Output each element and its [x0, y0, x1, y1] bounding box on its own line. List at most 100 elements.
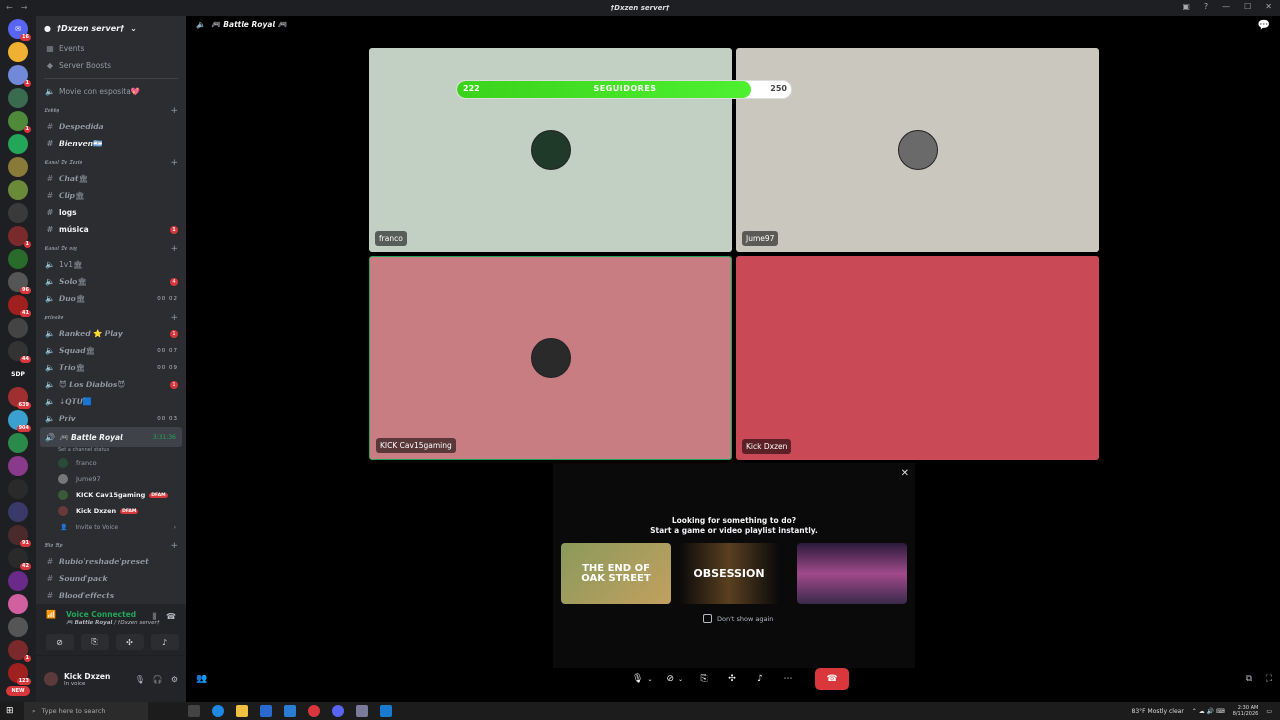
- guild-icon[interactable]: [8, 203, 28, 223]
- category-privado[interactable]: 𝖕𝖗𝖎𝖛𝖆𝖉𝖔 +: [36, 311, 186, 325]
- checkbox[interactable]: [703, 614, 712, 623]
- channel-priv[interactable]: 🔈 𝙋𝙧𝙞𝙫 00 03: [36, 410, 186, 427]
- activities-button[interactable]: ✣: [115, 634, 144, 650]
- guild-icon[interactable]: [8, 318, 28, 338]
- screen-share-button[interactable]: ⎘: [80, 634, 109, 650]
- channel-los-diablos[interactable]: 🔈 😈 𝙇𝙤𝙨 𝘿𝙞𝙖𝙗𝙡𝙤𝙨😈 1: [36, 376, 186, 393]
- guild-icon[interactable]: 42: [8, 548, 31, 570]
- add-channel-icon[interactable]: +: [170, 158, 178, 168]
- guild-icon[interactable]: [8, 479, 28, 499]
- channel-solo[interactable]: 🔈 𝙎𝙤𝙡𝙤🏛 4: [36, 273, 186, 290]
- close-icon[interactable]: ✕: [901, 468, 909, 479]
- add-channel-icon[interactable]: +: [170, 313, 178, 323]
- server-boosts-item[interactable]: ◆ Server Boosts: [36, 57, 186, 74]
- guild-icon[interactable]: [8, 617, 28, 637]
- guild-home[interactable]: ✉ 16: [8, 19, 31, 41]
- category-voz[interactable]: 𝕮𝖆𝖓𝖆𝖑 𝕯𝖊 𝖛𝖔𝖟 +: [36, 242, 186, 256]
- category-lobby[interactable]: 𝕷𝖔𝖇𝖇𝖞 +: [36, 104, 186, 118]
- store-icon[interactable]: [260, 705, 272, 717]
- channel-squad[interactable]: 🔈 𝙎𝙦𝙪𝙖𝙙🏛 00 07: [36, 342, 186, 359]
- server-header[interactable]: ● †Dxzen server† ⌄ 👤: [36, 16, 186, 40]
- headphones-icon[interactable]: 🎧: [153, 675, 163, 684]
- guild-icon[interactable]: [8, 249, 28, 269]
- guild-icon[interactable]: [8, 42, 28, 62]
- back-arrow-icon[interactable]: ←: [6, 3, 13, 12]
- screen-share-button[interactable]: ⎘: [693, 668, 715, 690]
- guild-icon[interactable]: [8, 571, 28, 591]
- mail-icon[interactable]: [284, 705, 296, 717]
- channel-duo[interactable]: 🔈 𝘿𝙪𝙤🏛 00 02: [36, 290, 186, 307]
- channel-blood-effects[interactable]: # 𝘽𝙡𝙤𝙤𝙙'𝙚𝙛𝙛𝙚𝙘𝙩𝙨: [36, 587, 186, 604]
- guild-icon[interactable]: 1: [8, 640, 31, 662]
- clock[interactable]: 2:30 AM 8/11/2026: [1233, 705, 1259, 717]
- guild-icon[interactable]: [8, 456, 28, 476]
- popout-icon[interactable]: ⧉: [1246, 674, 1252, 684]
- voice-location[interactable]: 🎮 𝘽𝙖𝙩𝙩𝙡𝙚 𝙍𝙤𝙮𝙖𝙡 / †Dxzen server†: [66, 620, 160, 626]
- channel-1v1[interactable]: 🔈 1v1🏛: [36, 256, 186, 273]
- participants-icon[interactable]: 👥: [196, 674, 207, 684]
- add-channel-icon[interactable]: +: [170, 541, 178, 551]
- guild-icon[interactable]: [8, 157, 28, 177]
- soundboard-button[interactable]: ♪: [150, 634, 179, 650]
- channel-despedida[interactable]: # 𝘿𝙚𝙨𝙥𝙚𝙙𝙞𝙙𝙖: [36, 118, 186, 135]
- tray-icons[interactable]: ⌃ ☁ 🔊 ⌨: [1192, 708, 1225, 715]
- maximize-button[interactable]: ☐: [1244, 2, 1251, 11]
- video-tile-jume97[interactable]: Jume97: [736, 48, 1099, 252]
- file-explorer-icon[interactable]: [236, 705, 248, 717]
- obs-icon[interactable]: [308, 705, 320, 717]
- chevron-down-icon[interactable]: ⌄: [678, 676, 683, 683]
- guild-icon[interactable]: 1: [8, 111, 31, 133]
- soundboard-button[interactable]: ♪: [749, 668, 771, 690]
- invite-to-voice[interactable]: 👤 Invite to Voice ›: [36, 519, 186, 535]
- minimize-button[interactable]: —: [1222, 2, 1230, 11]
- channel-bienvenida[interactable]: # 𝘽𝙞𝙚𝙣𝙫𝙚𝙣🇦🇷: [36, 135, 186, 152]
- channel-ranked[interactable]: 🔈 𝙍𝙖𝙣𝙠𝙚𝙙 ⭐ 𝙋𝙡𝙖𝙮 1: [36, 325, 186, 342]
- more-options-button[interactable]: ⋯: [777, 668, 799, 690]
- guild-icon[interactable]: 91: [8, 525, 31, 547]
- category-texto[interactable]: 𝕮𝖆𝖓𝖆𝖑 𝕯𝖊 𝕿𝖊𝖝𝖙𝖔 +: [36, 156, 186, 170]
- activity-card-storefront[interactable]: [797, 543, 907, 604]
- guild-icon[interactable]: 123: [8, 663, 31, 685]
- guild-icon[interactable]: [8, 88, 28, 108]
- channel-logs[interactable]: # logs: [36, 204, 186, 221]
- weather-widget[interactable]: 83°F Mostly clear: [1132, 708, 1184, 715]
- guild-icon[interactable]: [8, 134, 28, 154]
- voice-user-franco[interactable]: franco: [36, 455, 186, 471]
- dont-show-again[interactable]: Don't show again: [703, 614, 773, 623]
- activity-card-obsession[interactable]: OBSESSION: [679, 543, 779, 604]
- camera-off-button[interactable]: ⊘: [45, 634, 74, 650]
- voice-status[interactable]: Voice Connected: [66, 610, 136, 619]
- notification-icon[interactable]: ▭: [1266, 708, 1272, 715]
- user-avatar[interactable]: [44, 672, 58, 686]
- channel-trio[interactable]: 🔈 𝙏𝙧𝙞𝙤🏛 00 09: [36, 359, 186, 376]
- settings-gear-icon[interactable]: ⚙: [171, 675, 178, 684]
- channel-chat[interactable]: # 𝘾𝙝𝙖𝙩🏛: [36, 170, 186, 187]
- guild-icon[interactable]: [8, 433, 28, 453]
- task-view-icon[interactable]: [188, 705, 200, 717]
- activity-card-end-of-oak-street[interactable]: THE END OF OAK STREET: [561, 543, 671, 604]
- voice-user-cav15gaming[interactable]: KICK Cav15gaming DFAM: [36, 487, 186, 503]
- category-bio[interactable]: 𝕭𝖎𝖔 𝕬𝖕 +: [36, 539, 186, 553]
- inbox-icon[interactable]: ▣: [1182, 2, 1190, 11]
- disconnect-button[interactable]: ☎: [815, 668, 850, 690]
- channel-clip[interactable]: # 𝘾𝙡𝙞𝙥🏛: [36, 187, 186, 204]
- guild-icon[interactable]: 1: [8, 226, 31, 248]
- channel-rubio[interactable]: # 𝙍𝙪𝙗𝙞𝙤'𝙧𝙚𝙨𝙝𝙖𝙙𝙚'𝙥𝙧𝙚𝙨𝙚𝙩: [36, 553, 186, 570]
- video-tile-franco[interactable]: franco: [369, 48, 732, 252]
- guild-icon[interactable]: 44: [8, 341, 31, 363]
- events-item[interactable]: ▦ Events: [36, 40, 186, 57]
- video-tile-cav15gaming[interactable]: KICK Cav15gaming: [369, 256, 732, 460]
- voice-user-dxzen[interactable]: Kick Dxzen DFAM: [36, 503, 186, 519]
- camera-button[interactable]: ⊘ ⌄: [662, 668, 687, 690]
- guild-icon[interactable]: [8, 502, 28, 522]
- edge-icon[interactable]: [212, 705, 224, 717]
- guild-icon[interactable]: [8, 180, 28, 200]
- close-button[interactable]: ✕: [1265, 2, 1272, 11]
- activities-button[interactable]: ✣: [721, 668, 743, 690]
- vscode-icon[interactable]: [380, 705, 392, 717]
- video-tile-dxzen[interactable]: Kick Dxzen: [736, 256, 1099, 460]
- guild-icon[interactable]: 639: [8, 387, 31, 409]
- channel-movie[interactable]: 🔈 Movie con esposita💖: [36, 83, 186, 100]
- new-badge[interactable]: NEW: [6, 686, 30, 696]
- microphone-icon[interactable]: 🎙: [135, 675, 145, 684]
